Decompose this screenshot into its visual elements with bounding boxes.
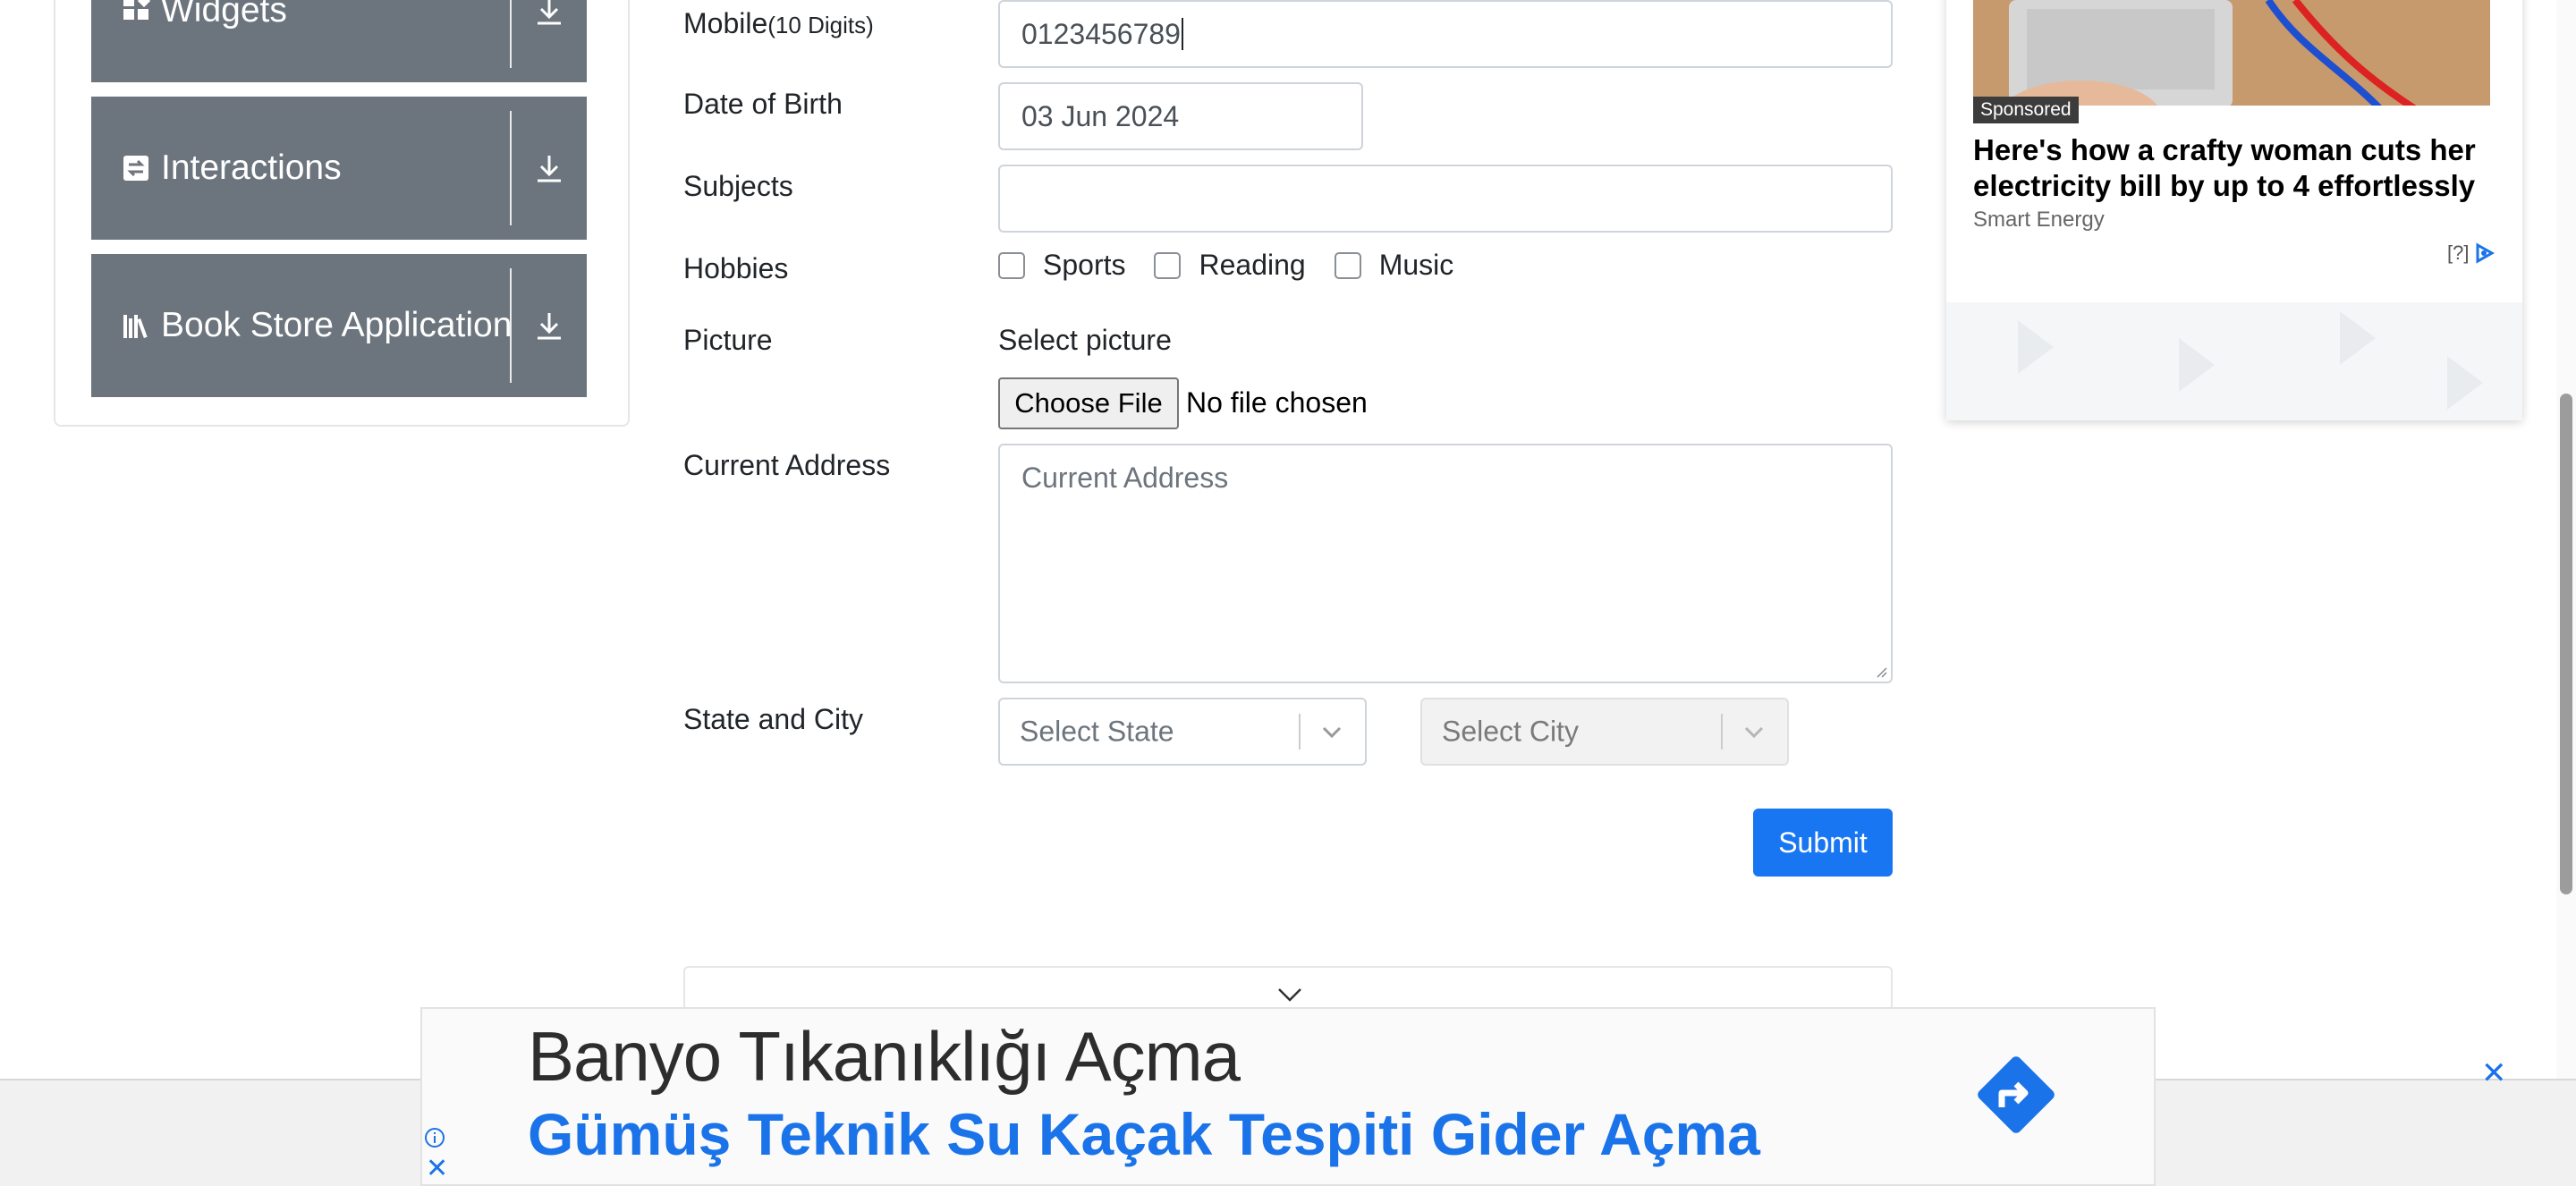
directions-arrow-icon[interactable] <box>1973 1052 2059 1138</box>
chevron-down-icon[interactable] <box>1739 716 1769 747</box>
widgets-icon <box>123 0 150 20</box>
divider <box>510 268 512 383</box>
hobby-sports[interactable]: Sports <box>998 249 1125 282</box>
submit-button[interactable]: Submit <box>1753 809 1893 877</box>
sidebar-group-book-store[interactable]: Book Store Application <box>91 254 587 397</box>
subjects-label: Subjects <box>683 170 793 202</box>
resize-grip-icon[interactable] <box>1873 664 1887 678</box>
divider <box>510 0 512 68</box>
checkbox[interactable] <box>1154 251 1182 279</box>
choose-file-button[interactable]: Choose File <box>998 377 1179 429</box>
mobile-hint: (10 Digits) <box>767 12 874 38</box>
hobbies-group: Sports Reading Music <box>998 249 1482 282</box>
city-placeholder: Select City <box>1442 715 1579 748</box>
ad-photo-graphic <box>1973 0 2490 106</box>
dob-value: 03 Jun 2024 <box>1021 99 1180 132</box>
mobile-value: 0123456789 <box>1021 17 1181 50</box>
ad-source[interactable]: Smart Energy <box>1973 208 2105 233</box>
interactions-icon <box>123 156 148 181</box>
dob-label: Date of Birth <box>683 88 843 120</box>
divider <box>510 111 512 225</box>
scrollbar-thumb[interactable] <box>2560 394 2572 894</box>
bottom-ad-subtitle[interactable]: Gümüş Teknik Su Kaçak Tespiti Gider Açma <box>528 1100 1760 1168</box>
checkbox-label: Music <box>1378 249 1454 281</box>
current-address-textarea[interactable]: Current Address <box>998 444 1893 683</box>
divider <box>1721 714 1723 750</box>
address-placeholder: Current Address <box>1021 462 1229 494</box>
ad-background-pattern <box>1946 302 2522 420</box>
city-select[interactable]: Select City <box>1420 698 1789 766</box>
divider <box>1299 714 1301 750</box>
subjects-input[interactable] <box>998 165 1893 233</box>
download-icon[interactable] <box>533 152 565 184</box>
download-icon[interactable] <box>533 0 565 27</box>
state-city-label: State and City <box>683 703 863 735</box>
adchoices-icon[interactable] <box>2474 242 2497 264</box>
close-icon[interactable]: ✕ <box>426 1156 448 1182</box>
ad-info-text[interactable]: [?] <box>2447 241 2469 265</box>
checkbox[interactable] <box>1334 251 1361 279</box>
state-placeholder: Select State <box>1020 715 1174 748</box>
hobbies-label: Hobbies <box>683 252 789 284</box>
books-icon <box>123 315 148 339</box>
sponsored-badge: Sponsored <box>1973 97 2079 123</box>
chevron-down-icon[interactable] <box>1317 716 1347 747</box>
ad-info-icon[interactable] <box>424 1127 445 1148</box>
mobile-input[interactable]: 0123456789 <box>998 0 1893 68</box>
sidebar-group-widgets[interactable]: Widgets <box>91 0 587 82</box>
mobile-label-text: Mobile <box>683 7 768 39</box>
checkbox-label: Reading <box>1199 249 1306 281</box>
bottom-ad-title[interactable]: Banyo Tıkanıklığı Açma <box>528 1016 1241 1097</box>
ad-info[interactable]: [?] <box>2447 241 2497 265</box>
address-label: Current Address <box>683 449 891 481</box>
sidebar-group-label: Widgets <box>161 0 287 30</box>
text-caret <box>1181 18 1183 50</box>
sidebar-group-label: Interactions <box>161 148 342 187</box>
state-select[interactable]: Select State <box>998 698 1367 766</box>
ad-image[interactable] <box>1973 0 2490 106</box>
sidebar-group-interactions[interactable]: Interactions <box>91 97 587 240</box>
picture-label: Picture <box>683 324 773 356</box>
mobile-label: Mobile(10 Digits) <box>683 7 874 40</box>
hobby-reading[interactable]: Reading <box>1154 249 1306 282</box>
ad-headline[interactable]: Here's how a crafty woman cuts her elect… <box>1973 132 2510 204</box>
hobby-music[interactable]: Music <box>1334 249 1454 282</box>
select-picture-caption: Select picture <box>998 324 1172 356</box>
download-icon[interactable] <box>533 309 565 342</box>
chevron-down-icon[interactable] <box>1275 980 1304 1009</box>
file-status: No file chosen <box>1186 386 1368 419</box>
close-icon[interactable]: ✕ <box>2481 1055 2507 1091</box>
checkbox[interactable] <box>998 251 1025 279</box>
checkbox-label: Sports <box>1043 249 1126 281</box>
sidebar-group-label: Book Store Application <box>161 306 513 344</box>
dob-input[interactable]: 03 Jun 2024 <box>998 82 1363 150</box>
